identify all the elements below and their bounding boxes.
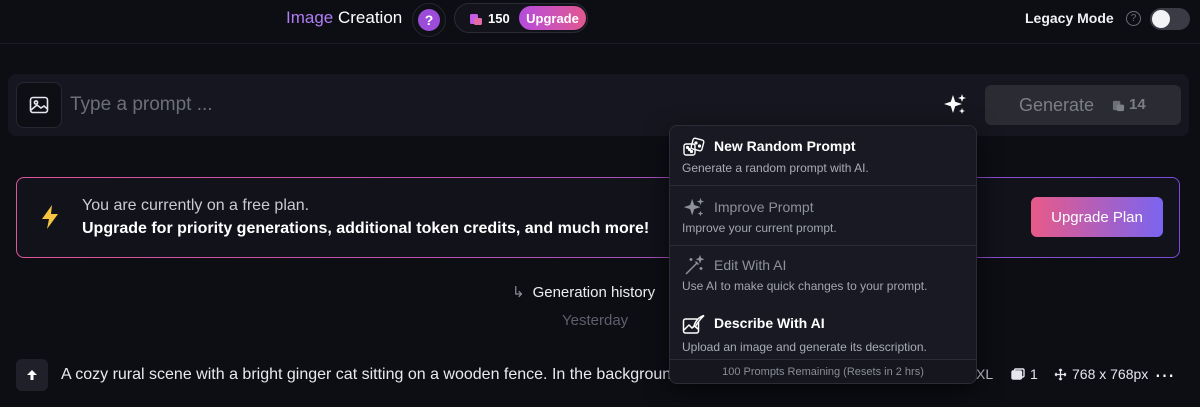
token-icon — [1112, 100, 1125, 112]
toggle-knob — [1152, 10, 1170, 28]
token-icon — [470, 14, 482, 25]
image-icon — [29, 96, 49, 114]
ai-prompt-menu: New Random Prompt Generate a random prom… — [669, 125, 977, 384]
upgrade-plan-button[interactable]: Upgrade Plan — [1031, 197, 1163, 237]
menu-item-improve-prompt[interactable]: Improve Prompt Improve your current prom… — [670, 186, 976, 246]
history-resolution-value: 768 x 768px — [1072, 366, 1149, 382]
help-button[interactable]: ? — [412, 3, 446, 37]
menu-item-title: Edit With AI — [714, 257, 787, 273]
upgrade-banner-body: You are currently on a free plan. Upgrad… — [17, 178, 1179, 257]
legacy-mode-label: Legacy Mode — [1025, 10, 1114, 26]
ai-assist-button[interactable] — [936, 86, 974, 124]
legacy-mode-toggle[interactable] — [1150, 8, 1190, 30]
credit-count: 150 — [488, 11, 510, 26]
move-arrows-icon — [1054, 368, 1067, 380]
menu-item-desc: Upload an image and generate its descrip… — [682, 340, 927, 354]
menu-item-desc: Use AI to make quick changes to your pro… — [682, 279, 928, 293]
page-title: Image Creation — [286, 8, 402, 28]
plan-status-text: You are currently on a free plan. — [82, 197, 310, 214]
ellipsis-icon: ⋯ — [1154, 364, 1176, 387]
prompts-remaining-text: 100 Prompts Remaining (Resets in 2 hrs) — [670, 359, 976, 383]
brand-word-image: Image — [286, 8, 334, 27]
brand-word-creation: Creation — [337, 8, 403, 27]
scroll-up-button[interactable] — [16, 359, 48, 391]
menu-item-title: Describe With AI — [714, 315, 825, 331]
menu-item-new-random-prompt[interactable]: New Random Prompt Generate a random prom… — [670, 126, 976, 186]
image-upload-button[interactable] — [16, 82, 62, 128]
history-resolution: 768 x 768px — [1054, 366, 1148, 382]
image-quill-icon — [682, 313, 706, 337]
history-count-value: 1 — [1030, 366, 1038, 382]
more-options-button[interactable]: ⋯ — [1150, 360, 1180, 390]
sparkle-icon — [944, 94, 966, 114]
question-icon: ? — [418, 9, 440, 31]
menu-item-edit-with-ai[interactable]: Edit With AI Use AI to make quick change… — [670, 246, 976, 304]
history-size-label: XL — [976, 366, 994, 382]
plan-upsell-text: Upgrade for priority generations, additi… — [82, 220, 650, 237]
generate-label: Generate — [1019, 95, 1095, 115]
sparkle-icon — [682, 196, 706, 220]
dice-icon — [682, 136, 706, 160]
lightning-icon — [42, 205, 58, 229]
menu-item-desc: Improve your current prompt. — [682, 221, 837, 235]
menu-item-describe-with-ai[interactable]: Describe With AI Upload an image and gen… — [670, 304, 976, 362]
credits-pill: 150 Upgrade — [454, 3, 588, 33]
history-date-label: Yesterday — [562, 312, 629, 329]
prompt-input[interactable] — [70, 92, 870, 118]
generation-history-label: Generation history — [532, 284, 656, 301]
upgrade-banner: You are currently on a free plan. Upgrad… — [16, 177, 1180, 258]
menu-item-desc: Generate a random prompt with AI. — [682, 161, 869, 175]
generate-button[interactable]: Generate 14 — [985, 85, 1181, 125]
generate-cost: 14 — [1129, 96, 1146, 113]
magic-wand-icon — [682, 254, 706, 278]
arrow-up-icon — [27, 370, 37, 380]
top-bar: Image Creation ? 150 Upgrade Legacy Mode… — [0, 0, 1200, 44]
images-icon — [1011, 368, 1025, 380]
upgrade-button[interactable]: Upgrade — [519, 6, 586, 30]
history-image-count: 1 — [1011, 366, 1038, 382]
sort-arrow-icon: ↳ — [512, 284, 525, 301]
info-icon[interactable]: ? — [1126, 11, 1141, 26]
generation-history-toggle[interactable]: ↳ Generation history — [512, 283, 655, 301]
menu-item-title: Improve Prompt — [714, 199, 814, 215]
menu-item-title: New Random Prompt — [714, 138, 856, 154]
history-prompt-text: A cozy rural scene with a bright ginger … — [61, 366, 671, 383]
prompt-bar: Generate 14 — [8, 74, 1189, 136]
